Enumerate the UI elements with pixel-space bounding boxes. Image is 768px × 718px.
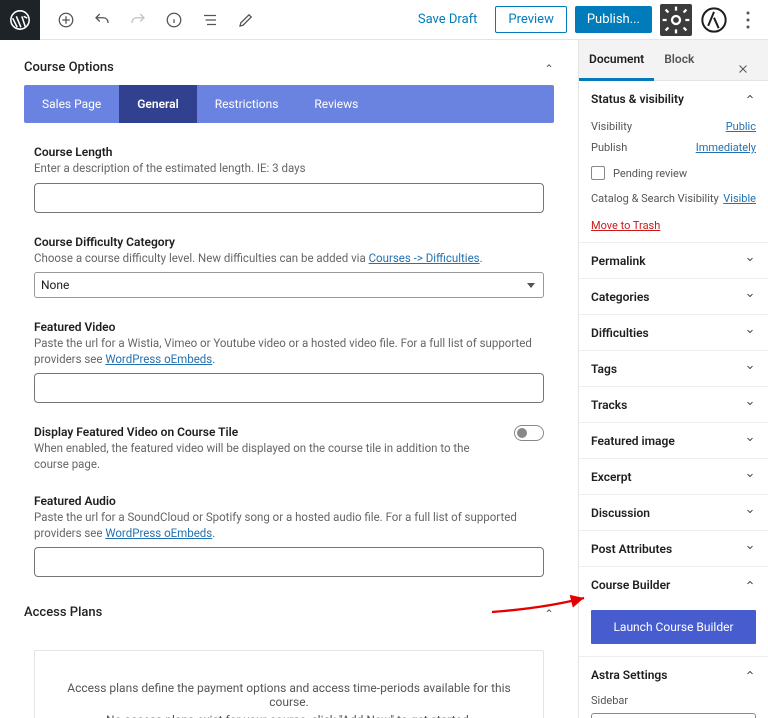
video-on-tile-toggle[interactable]: [514, 425, 544, 441]
course-difficulty-help: Choose a course difficulty level. New di…: [34, 251, 544, 267]
access-plans-empty-state: Access plans define the payment options …: [34, 650, 544, 718]
more-options-icon[interactable]: [736, 0, 760, 40]
course-options-tabs: Sales Page General Restrictions Reviews: [24, 85, 554, 123]
post-attributes-header[interactable]: Post Attributes: [579, 531, 768, 566]
course-difficulty-label: Course Difficulty Category: [34, 235, 544, 249]
course-length-field: Course Length Enter a description of the…: [34, 145, 544, 213]
editor-top-bar: Save Draft Preview Publish...: [0, 0, 768, 40]
redo-icon: [124, 6, 152, 34]
featured-video-input[interactable]: [34, 373, 544, 403]
launch-course-builder-button[interactable]: Launch Course Builder: [591, 610, 756, 644]
editor-sidebar: Document Block Status & visibility Visib…: [578, 40, 768, 718]
visibility-label: Visibility: [591, 120, 632, 133]
course-length-input[interactable]: [34, 183, 544, 213]
collapse-caret-icon: [544, 605, 554, 620]
sidebar-tabs: Document Block: [579, 40, 768, 81]
chevron-up-icon: [744, 667, 756, 682]
excerpt-header[interactable]: Excerpt: [579, 459, 768, 494]
course-length-help: Enter a description of the estimated len…: [34, 161, 544, 177]
tab-general[interactable]: General: [119, 85, 196, 123]
video-on-tile-field: Display Featured Video on Course Tile Wh…: [34, 425, 544, 472]
chevron-down-icon: [744, 397, 756, 412]
featured-video-label: Featured Video: [34, 320, 544, 334]
access-plans-title: Access Plans: [24, 605, 102, 620]
astra-sidebar-select[interactable]: Customizer Setting: [591, 713, 756, 718]
video-oembed-link[interactable]: WordPress oEmbeds: [105, 352, 212, 366]
move-to-trash-link[interactable]: Move to Trash: [591, 219, 660, 232]
info-icon[interactable]: [160, 6, 188, 34]
astra-icon[interactable]: [700, 6, 728, 34]
tab-sales-page[interactable]: Sales Page: [24, 85, 119, 123]
chevron-down-icon: [744, 433, 756, 448]
tab-document[interactable]: Document: [579, 40, 654, 81]
tags-header[interactable]: Tags: [579, 351, 768, 386]
wordpress-logo[interactable]: [0, 0, 40, 40]
course-length-label: Course Length: [34, 145, 544, 159]
tracks-header[interactable]: Tracks: [579, 387, 768, 422]
featured-audio-help: Paste the url for a SoundCloud or Spotif…: [34, 510, 544, 541]
chevron-down-icon: [744, 469, 756, 484]
settings-gear-icon[interactable]: [660, 4, 692, 36]
course-options-panel: Course Options Sales Page General Restri…: [24, 50, 554, 577]
editor-main-column: Course Options Sales Page General Restri…: [0, 40, 578, 718]
access-plans-panel: Access Plans Access plans define the pay…: [24, 595, 554, 718]
visibility-value-link[interactable]: Public: [726, 120, 756, 133]
collapse-caret-icon: [544, 60, 554, 75]
featured-video-field: Featured Video Paste the url for a Wisti…: [34, 320, 544, 403]
edit-icon[interactable]: [232, 6, 260, 34]
audio-oembed-link[interactable]: WordPress oEmbeds: [105, 526, 212, 540]
astra-settings-header[interactable]: Astra Settings: [579, 657, 768, 692]
astra-settings-section: Astra Settings Sidebar Customizer Settin…: [579, 657, 768, 718]
pending-review-checkbox[interactable]: [591, 166, 605, 180]
publish-label: Publish: [591, 141, 627, 154]
chevron-down-icon: [744, 289, 756, 304]
publish-button[interactable]: Publish...: [575, 6, 652, 33]
course-difficulty-select[interactable]: None: [34, 272, 544, 298]
featured-audio-input[interactable]: [34, 547, 544, 577]
featured-audio-field: Featured Audio Paste the url for a Sound…: [34, 494, 544, 577]
add-block-icon[interactable]: [52, 6, 80, 34]
tab-restrictions[interactable]: Restrictions: [197, 85, 297, 123]
status-visibility-section: Status & visibility VisibilityPublic Pub…: [579, 81, 768, 243]
chevron-down-icon: [744, 253, 756, 268]
chevron-down-icon: [744, 361, 756, 376]
astra-sidebar-label: Sidebar: [579, 692, 768, 709]
video-on-tile-help: When enabled, the featured video will be…: [34, 441, 504, 472]
chevron-up-icon: [744, 91, 756, 106]
undo-icon[interactable]: [88, 6, 116, 34]
tab-reviews[interactable]: Reviews: [296, 85, 376, 123]
course-builder-section: Course Builder Launch Course Builder: [579, 567, 768, 657]
chevron-down-icon: [744, 541, 756, 556]
featured-video-help: Paste the url for a Wistia, Vimeo or You…: [34, 336, 544, 367]
chevron-down-icon: [744, 325, 756, 340]
pending-review-label: Pending review: [613, 167, 687, 180]
preview-button[interactable]: Preview: [495, 6, 566, 33]
difficulties-header[interactable]: Difficulties: [579, 315, 768, 350]
save-draft-button[interactable]: Save Draft: [408, 6, 488, 33]
chevron-down-icon: [744, 505, 756, 520]
course-difficulty-field: Course Difficulty Category Choose a cour…: [34, 235, 544, 299]
difficulty-link[interactable]: Courses -> Difficulties: [369, 251, 480, 265]
outline-icon[interactable]: [196, 6, 224, 34]
featured-image-header[interactable]: Featured image: [579, 423, 768, 458]
course-options-header[interactable]: Course Options: [24, 50, 554, 85]
catalog-visibility-label: Catalog & Search Visibility: [591, 192, 719, 205]
close-sidebar-icon[interactable]: [726, 50, 760, 91]
course-options-title: Course Options: [24, 60, 114, 75]
catalog-visibility-link[interactable]: Visible: [723, 192, 756, 205]
publish-value-link[interactable]: Immediately: [696, 141, 756, 154]
access-plans-header[interactable]: Access Plans: [24, 595, 554, 630]
video-on-tile-label: Display Featured Video on Course Tile: [34, 425, 504, 439]
course-builder-header[interactable]: Course Builder: [579, 567, 768, 602]
categories-header[interactable]: Categories: [579, 279, 768, 314]
tab-block[interactable]: Block: [654, 40, 704, 80]
permalink-header[interactable]: Permalink: [579, 243, 768, 278]
discussion-header[interactable]: Discussion: [579, 495, 768, 530]
chevron-up-icon: [744, 577, 756, 592]
featured-audio-label: Featured Audio: [34, 494, 544, 508]
